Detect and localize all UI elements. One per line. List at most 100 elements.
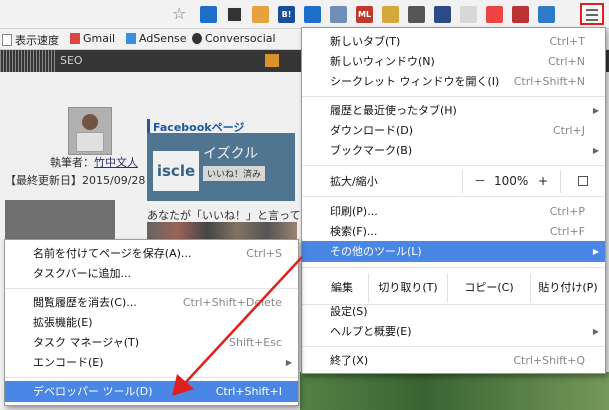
menu-item-add-to-taskbar[interactable]: タスクバーに追加... [5,263,298,284]
menu-item-shortcut: Ctrl+T [549,35,585,48]
menu-item-more-tools[interactable]: その他のツール(L) ▶ [302,241,605,262]
menu-item-label: 印刷(P)... [330,205,378,218]
submenu-arrow-icon: ▶ [592,327,599,336]
menu-item-shortcut: Ctrl+N [547,55,585,68]
extension-tag-icon[interactable] [382,6,399,23]
hamburger-menu-icon [586,9,598,11]
edit-label: 編集 [331,281,353,294]
submenu-arrow-icon: ▶ [285,358,292,367]
menu-separator [302,96,605,97]
menu-item-label: ブックマーク(B) [330,144,413,157]
menu-item-label: 名前を付けてページを保存(A)... [33,247,192,260]
zoom-divider [560,170,561,193]
more-tools-submenu: 名前を付けてページを保存(A)... Ctrl+S タスクバーに追加... 閲覧履… [4,239,299,406]
page-icon [2,34,12,46]
extension-mail2-icon[interactable] [460,6,477,23]
menu-item-shortcut: Ctrl+Shift+Q [513,354,585,367]
menu-item-label: タスクバーに追加... [33,267,131,280]
menu-item-history[interactable]: 履歴と最近使ったタブ(H) ▶ [302,100,605,121]
menu-item-save-page[interactable]: 名前を付けてページを保存(A)... Ctrl+S [5,243,298,264]
menu-item-incognito[interactable]: シークレット ウィンドウを開く(I) Ctrl+Shift+N [302,71,605,92]
menu-separator [302,346,605,347]
extension-capture-icon[interactable] [330,6,347,23]
menu-separator [302,165,605,166]
menu-item-shortcut: Ctrl+J [552,124,585,137]
extension-red-icon[interactable] [486,6,503,23]
menu-item-shortcut: Ctrl+P [549,205,585,218]
menu-item-label: シークレット ウィンドウを開く(I) [330,75,500,88]
menu-item-extensions[interactable]: 拡張機能(E) [5,312,298,333]
menu-item-label: エンコード(E) [33,356,104,369]
fullscreen-icon[interactable] [578,176,588,186]
chrome-main-menu: 新しいタブ(T) Ctrl+T 新しいウィンドウ(N) Ctrl+N シークレット … [301,27,606,374]
paste-button[interactable]: 貼り付け(P) [530,274,605,302]
menu-item-task-manager[interactable]: タスク マネージャ(T) Shift+Esc [5,332,298,353]
menu-item-shortcut: Ctrl+Shift+Delete [182,296,282,309]
zoom-in-button[interactable]: + [538,171,548,192]
menu-item-bookmarks[interactable]: ブックマーク(B) ▶ [302,140,605,161]
menu-item-exit[interactable]: 終了(X) Ctrl+Shift+Q [302,350,605,371]
hatena-badge-label: B! [281,10,292,19]
menu-separator [302,267,605,268]
copy-button[interactable]: コピー(C) [447,274,530,302]
browser-toolbar: ☆ B! ML [0,0,609,29]
bookmark-label: 表示速度 [15,34,59,47]
menu-item-label: デベロッパー ツール(D) [33,385,153,398]
bookmark-label: AdSense [139,32,187,45]
extension-eyedropper-icon[interactable] [408,6,425,23]
extension-arrow-icon[interactable] [200,6,217,23]
submenu-arrow-icon: ▶ [592,247,599,256]
menu-item-developer-tools[interactable]: デベロッパー ツール(D) Ctrl+Shift+I [5,381,298,402]
zoom-divider [462,170,463,193]
bookmark-item[interactable]: AdSense [126,32,187,45]
menu-item-shortcut: Ctrl+S [246,247,282,260]
menu-separator [5,377,298,378]
menu-item-new-window[interactable]: 新しいウィンドウ(N) Ctrl+N [302,51,605,72]
menu-item-label: 拡張機能(E) [33,316,93,329]
bookmark-item[interactable]: Conversocial [192,32,276,45]
menu-item-help[interactable]: ヘルプと概要(E) ▶ [302,321,605,342]
menu-separator [302,196,605,197]
extension-m-icon[interactable] [434,6,451,23]
zoom-level: 100% [494,174,529,188]
bookmark-label: Conversocial [205,32,276,45]
menu-item-new-tab[interactable]: 新しいタブ(T) Ctrl+T [302,31,605,52]
gmail-icon [70,33,80,44]
conversocial-icon [192,33,202,44]
menu-item-encoding[interactable]: エンコード(E) ▶ [5,352,298,373]
menu-item-label: ダウンロード(D) [330,124,414,137]
bookmark-item[interactable]: 表示速度 [2,32,59,48]
menu-item-shortcut: Ctrl+Shift+N [513,75,585,88]
extension-window-icon[interactable] [226,6,243,23]
menu-item-downloads[interactable]: ダウンロード(D) Ctrl+J [302,120,605,141]
extension-mail-icon[interactable] [252,6,269,23]
menu-item-label: 新しいタブ(T) [330,35,401,48]
extension-brand-icon[interactable] [512,6,529,23]
zoom-out-button[interactable]: － [474,171,486,192]
hatena-bookmark-icon[interactable]: B! [278,6,295,23]
menu-item-label: 閲覧履歴を消去(C)... [33,296,137,309]
menu-item-shortcut: Ctrl+F [549,225,585,238]
menu-item-label: 履歴と最近使ったタブ(H) [330,104,457,117]
menu-item-shortcut: Shift+Esc [229,336,282,349]
bookmark-item[interactable]: Gmail [70,32,115,45]
menu-separator [5,288,298,289]
submenu-arrow-icon: ▶ [592,106,599,115]
chrome-menu-button[interactable] [580,3,604,25]
extension-s-icon[interactable] [538,6,555,23]
menu-item-label: 新しいウィンドウ(N) [330,55,435,68]
menu-item-find[interactable]: 検索(F)... Ctrl+F [302,221,605,242]
cut-button[interactable]: 切り取り(T) [368,274,447,302]
extension-ml-icon[interactable]: ML [356,6,373,23]
menu-item-label: 拡大/縮小 [330,175,378,188]
menu-item-label: 終了(X) [330,354,369,367]
extension-chart-icon[interactable] [304,6,321,23]
bookmark-label: Gmail [83,32,116,45]
menu-item-settings[interactable]: 設定(S) [302,301,605,322]
menu-item-clear-browsing-data[interactable]: 閲覧履歴を消去(C)... Ctrl+Shift+Delete [5,292,298,313]
menu-item-label: その他のツール(L) [330,245,422,258]
menu-item-print[interactable]: 印刷(P)... Ctrl+P [302,201,605,222]
bookmark-star-icon[interactable]: ☆ [172,4,186,23]
submenu-arrow-icon: ▶ [592,146,599,155]
edit-row: 編集 切り取り(T) コピー(C) 貼り付け(P) [302,274,605,302]
